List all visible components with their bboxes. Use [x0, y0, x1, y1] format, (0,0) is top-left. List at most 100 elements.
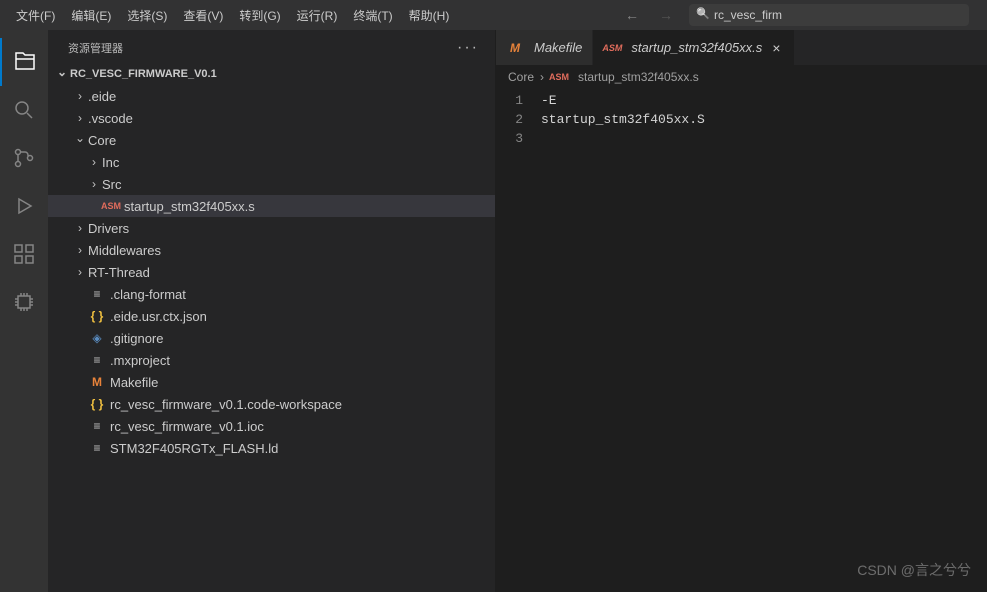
tree-item-label: Middlewares	[88, 243, 161, 258]
make-icon: M	[506, 41, 524, 55]
project-name: RC_VESC_FIRMWARE_V0.1	[70, 68, 217, 80]
file-item[interactable]: ≡ .clang-format	[48, 283, 495, 305]
tree-item-label: RT-Thread	[88, 265, 150, 280]
extensions-icon[interactable]	[0, 230, 48, 278]
menu-items: 文件(F)编辑(E)选择(S)查看(V)转到(G)运行(R)终端(T)帮助(H)	[8, 3, 457, 28]
folder-item[interactable]: Middlewares	[48, 239, 495, 261]
menu-item[interactable]: 终端(T)	[345, 3, 400, 28]
tree-item-label: Core	[88, 133, 116, 148]
more-actions-icon[interactable]: ···	[457, 39, 479, 57]
file-icon: ≡	[88, 419, 106, 433]
code-line[interactable]: -E	[541, 91, 987, 110]
tree-item-label: .eide	[88, 89, 116, 104]
folder-item[interactable]: .vscode	[48, 107, 495, 129]
source-control-icon[interactable]	[0, 134, 48, 182]
sidebar: 资源管理器 ··· RC_VESC_FIRMWARE_V0.1 .eide .vs…	[48, 30, 496, 592]
chevron-right-icon	[86, 155, 102, 169]
tree-item-label: .eide.usr.ctx.json	[110, 309, 207, 324]
nav-back-icon[interactable]: ←	[621, 5, 643, 25]
chevron-right-icon	[72, 111, 88, 125]
explorer-icon[interactable]	[0, 38, 48, 86]
folder-item[interactable]: Drivers	[48, 217, 495, 239]
tree-item-label: Drivers	[88, 221, 129, 236]
menu-item[interactable]: 转到(G)	[231, 3, 288, 28]
menu-item[interactable]: 编辑(E)	[63, 3, 119, 28]
chevron-right-icon	[86, 177, 102, 191]
editor-tab[interactable]: ASM startup_stm32f405xx.s ×	[593, 30, 795, 65]
tree-item-label: startup_stm32f405xx.s	[124, 199, 255, 214]
folder-item[interactable]: Src	[48, 173, 495, 195]
chevron-right-icon	[72, 221, 88, 235]
editor-area: M Makefile ASM startup_stm32f405xx.s × Core …	[496, 30, 987, 592]
search-input[interactable]: rc_vesc_firm	[689, 4, 969, 26]
sidebar-title: 资源管理器	[68, 40, 123, 56]
menu-item[interactable]: 运行(R)	[289, 3, 346, 28]
menu-item[interactable]: 文件(F)	[8, 3, 63, 28]
tree-item-label: Inc	[102, 155, 119, 170]
tree-item-label: .vscode	[88, 111, 133, 126]
project-header[interactable]: RC_VESC_FIRMWARE_V0.1	[48, 65, 495, 83]
breadcrumb-parent: Core	[508, 70, 534, 84]
activity-bar	[0, 30, 48, 592]
breadcrumb[interactable]: Core › ASM startup_stm32f405xx.s	[496, 65, 987, 89]
chevron-down-icon	[54, 67, 70, 81]
asm-icon: ASM	[102, 201, 120, 211]
file-item[interactable]: ≡ .mxproject	[48, 349, 495, 371]
json-icon: { }	[88, 397, 106, 411]
folder-item[interactable]: RT-Thread	[48, 261, 495, 283]
chip-icon[interactable]	[0, 278, 48, 326]
menu-item[interactable]: 选择(S)	[119, 3, 175, 28]
code-lines[interactable]: -Estartup_stm32f405xx.S	[541, 91, 987, 592]
asm-icon: ASM	[550, 72, 568, 82]
chevron-right-icon: ›	[540, 70, 544, 84]
main-area: 资源管理器 ··· RC_VESC_FIRMWARE_V0.1 .eide .vs…	[0, 30, 987, 592]
line-number: 2	[496, 110, 523, 129]
file-item[interactable]: { } rc_vesc_firmware_v0.1.code-workspace	[48, 393, 495, 415]
line-number: 1	[496, 91, 523, 110]
git-icon: ◈	[88, 331, 106, 345]
nav-forward-icon[interactable]: →	[655, 5, 677, 25]
tab-label: Makefile	[534, 40, 582, 55]
code-line[interactable]: startup_stm32f405xx.S	[541, 110, 987, 129]
code-area[interactable]: 123 -Estartup_stm32f405xx.S	[496, 89, 987, 592]
folder-item[interactable]: Core	[48, 129, 495, 151]
breadcrumb-file: startup_stm32f405xx.s	[578, 70, 699, 84]
file-item[interactable]: ◈ .gitignore	[48, 327, 495, 349]
nav-area: ← → rc_vesc_firm	[621, 4, 969, 26]
tree-item-label: Src	[102, 177, 122, 192]
chevron-right-icon	[72, 89, 88, 103]
folder-item[interactable]: Inc	[48, 151, 495, 173]
menubar: 文件(F)编辑(E)选择(S)查看(V)转到(G)运行(R)终端(T)帮助(H)…	[0, 0, 987, 30]
chevron-down-icon	[72, 133, 88, 147]
tree-item-label: rc_vesc_firmware_v0.1.code-workspace	[110, 397, 342, 412]
sidebar-header: 资源管理器 ···	[48, 30, 495, 65]
menu-item[interactable]: 查看(V)	[175, 3, 231, 28]
asm-icon: ASM	[603, 43, 621, 53]
file-item[interactable]: ASM startup_stm32f405xx.s	[48, 195, 495, 217]
file-icon: ≡	[88, 441, 106, 455]
line-number: 3	[496, 129, 523, 148]
file-item[interactable]: { }.eide.usr.ctx.json	[48, 305, 495, 327]
tree-item-label: .mxproject	[110, 353, 170, 368]
tab-label: startup_stm32f405xx.s	[631, 40, 762, 55]
file-icon: ≡	[88, 353, 106, 367]
tabs-bar: M Makefile ASM startup_stm32f405xx.s ×	[496, 30, 987, 65]
run-debug-icon[interactable]	[0, 182, 48, 230]
tree-item-label: Makefile	[110, 375, 158, 390]
line-numbers: 123	[496, 91, 541, 592]
close-icon[interactable]: ×	[768, 40, 784, 56]
tree-item-label: .gitignore	[110, 331, 163, 346]
file-item[interactable]: ≡STM32F405RGTx_FLASH.ld	[48, 437, 495, 459]
search-icon[interactable]	[0, 86, 48, 134]
file-item[interactable]: MMakefile	[48, 371, 495, 393]
chevron-right-icon	[72, 265, 88, 279]
menu-item[interactable]: 帮助(H)	[401, 3, 458, 28]
file-tree: .eide .vscode Core Inc Src ASM startup_stm32f4…	[48, 83, 495, 592]
folder-item[interactable]: .eide	[48, 85, 495, 107]
file-icon: ≡	[88, 287, 106, 301]
code-line[interactable]	[541, 129, 987, 148]
editor-tab[interactable]: M Makefile	[496, 30, 593, 65]
file-item[interactable]: ≡ rc_vesc_firmware_v0.1.ioc	[48, 415, 495, 437]
tree-item-label: rc_vesc_firmware_v0.1.ioc	[110, 419, 264, 434]
tree-item-label: .clang-format	[110, 287, 186, 302]
